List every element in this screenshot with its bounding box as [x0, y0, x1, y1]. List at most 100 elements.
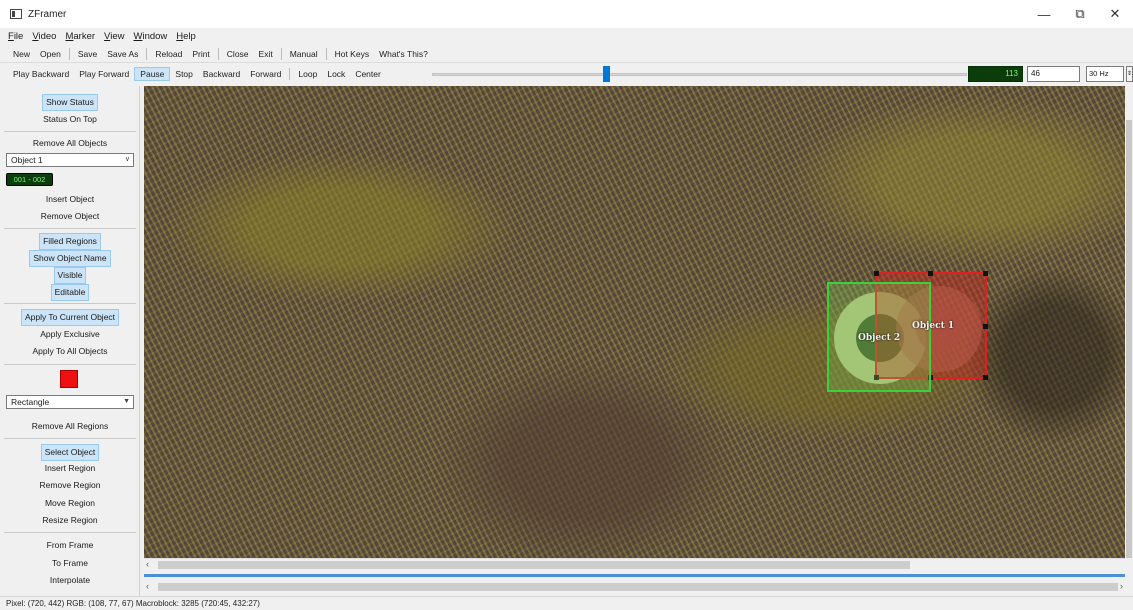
save-button[interactable]: Save — [73, 48, 102, 60]
close-file-button[interactable]: Close — [222, 48, 254, 60]
hot-keys-button[interactable]: Hot Keys — [330, 48, 375, 60]
insert-object-button[interactable]: Insert Object — [0, 192, 140, 207]
app-icon — [10, 9, 22, 19]
vertical-scrollbar-thumb[interactable] — [1126, 120, 1132, 558]
show-status-button[interactable]: Show Status — [0, 94, 140, 111]
shape-select[interactable]: Rectangle ▼ — [6, 395, 134, 409]
toolbar-separator — [68, 47, 70, 60]
lock-button[interactable]: Lock — [322, 68, 350, 80]
select-object-label: Select Object — [40, 444, 100, 461]
play-forward-button[interactable]: Play Forward — [74, 68, 134, 80]
menu-video[interactable]: Video — [32, 31, 56, 42]
object-1-label: Object 1 — [912, 321, 955, 331]
horizontal-scrollbar-window-thumb[interactable] — [158, 583, 1118, 591]
remove-region-label: Remove Region — [39, 480, 101, 490]
minimize-button[interactable]: — — [1026, 0, 1062, 28]
window-title: ZFramer — [28, 8, 67, 20]
menu-window[interactable]: Window — [133, 31, 167, 42]
insert-region-button[interactable]: Insert Region — [0, 461, 140, 476]
resize-region-button[interactable]: Resize Region — [0, 513, 140, 528]
insert-object-label: Insert Object — [45, 194, 95, 204]
maximize-button[interactable]: ⧉ — [1062, 0, 1098, 28]
editable-button[interactable]: Editable — [0, 284, 140, 301]
menu-bar: File Video Marker View Window Help — [0, 28, 1133, 45]
apply-exclusive-button[interactable]: Apply Exclusive — [0, 327, 140, 342]
chevron-down-icon: ∨ — [124, 156, 130, 163]
frame-rate-spinner[interactable]: ⇕ — [1126, 66, 1133, 82]
video-frame-view[interactable]: Object 1 Object 2 — [144, 86, 1125, 558]
interpolate-label: Interpolate — [49, 575, 91, 585]
menu-file[interactable]: File — [8, 31, 23, 42]
close-button[interactable]: ✕ — [1097, 0, 1133, 28]
interpolate-button[interactable]: Interpolate — [0, 573, 140, 588]
manual-button[interactable]: Manual — [285, 48, 323, 60]
new-button[interactable]: New — [8, 48, 35, 60]
from-frame-button[interactable]: From Frame — [0, 538, 140, 553]
save-as-button[interactable]: Save As — [102, 48, 143, 60]
stop-button[interactable]: Stop — [170, 68, 198, 80]
status-on-top-button[interactable]: Status On Top — [0, 112, 140, 127]
reload-button[interactable]: Reload — [150, 48, 187, 60]
region-color-swatch[interactable] — [60, 370, 78, 388]
frame-slider-thumb[interactable] — [603, 66, 610, 82]
horizontal-scrollbar-video-thumb[interactable] — [158, 561, 910, 569]
resize-region-label: Resize Region — [42, 515, 98, 525]
tire-shadow — [964, 266, 1125, 446]
panel-separator — [4, 438, 136, 439]
resize-handle[interactable] — [983, 271, 988, 276]
left-control-panel: Show Status Status On Top Remove All Obj… — [0, 86, 140, 596]
pause-button[interactable]: Pause — [134, 67, 171, 81]
title-bar: ZFramer — ⧉ ✕ — [0, 0, 1133, 28]
apply-to-current-object-button[interactable]: Apply To Current Object — [0, 309, 140, 326]
frame-rate-input[interactable]: 30 Hz — [1086, 66, 1124, 82]
menu-view[interactable]: View — [104, 31, 124, 42]
frame-slider-track[interactable] — [432, 73, 967, 76]
object-range-badge: 001 - 002 — [6, 173, 53, 186]
visible-label: Visible — [53, 267, 87, 284]
remove-all-objects-button[interactable]: Remove All Objects — [0, 136, 140, 151]
center-button[interactable]: Center — [350, 68, 386, 80]
filled-regions-label: Filled Regions — [39, 233, 101, 250]
remove-region-button[interactable]: Remove Region — [0, 478, 140, 493]
backward-button[interactable]: Backward — [198, 68, 245, 80]
resize-handle[interactable] — [983, 375, 988, 380]
show-object-name-button[interactable]: Show Object Name — [0, 250, 140, 267]
object-2-label: Object 2 — [858, 333, 901, 343]
menu-help[interactable]: Help — [176, 31, 196, 42]
apply-to-all-objects-button[interactable]: Apply To All Objects — [0, 344, 140, 359]
caret-down-icon: ▼ — [123, 398, 130, 405]
remove-all-regions-button[interactable]: Remove All Regions — [0, 419, 140, 434]
apply-to-all-objects-label: Apply To All Objects — [32, 346, 108, 356]
toolbar-separator — [217, 47, 219, 60]
object-select-value: Object 1 — [11, 155, 43, 165]
panel-separator — [4, 364, 136, 365]
scroll-left-arrow-icon[interactable]: ‹ — [146, 580, 149, 593]
scroll-left-arrow-icon[interactable]: ‹ — [146, 558, 149, 571]
exit-button[interactable]: Exit — [254, 48, 278, 60]
remove-object-label: Remove Object — [40, 211, 100, 221]
from-frame-label: From Frame — [46, 540, 94, 550]
loop-button[interactable]: Loop — [293, 68, 322, 80]
print-button[interactable]: Print — [187, 48, 214, 60]
play-backward-button[interactable]: Play Backward — [8, 68, 74, 80]
panel-separator — [4, 228, 136, 229]
to-frame-button[interactable]: To Frame — [0, 556, 140, 571]
whats-this-button[interactable]: What's This? — [374, 48, 433, 60]
menu-marker[interactable]: Marker — [65, 31, 95, 42]
remove-object-button[interactable]: Remove Object — [0, 209, 140, 224]
move-region-button[interactable]: Move Region — [0, 496, 140, 511]
panel-separator — [4, 131, 136, 132]
filled-regions-button[interactable]: Filled Regions — [0, 233, 140, 250]
resize-handle[interactable] — [983, 324, 988, 329]
toolbar-separator — [325, 47, 327, 60]
open-button[interactable]: Open — [35, 48, 66, 60]
object-select[interactable]: Object 1 ∨ — [6, 153, 134, 167]
visible-button[interactable]: Visible — [0, 267, 140, 284]
resize-handle[interactable] — [928, 271, 933, 276]
resize-handle[interactable] — [874, 271, 879, 276]
scroll-right-arrow-icon[interactable]: › — [1120, 580, 1123, 593]
frame-input[interactable]: 46 — [1027, 66, 1080, 82]
select-object-button[interactable]: Select Object — [0, 444, 140, 461]
forward-button[interactable]: Forward — [245, 68, 286, 80]
apply-exclusive-label: Apply Exclusive — [40, 329, 100, 339]
